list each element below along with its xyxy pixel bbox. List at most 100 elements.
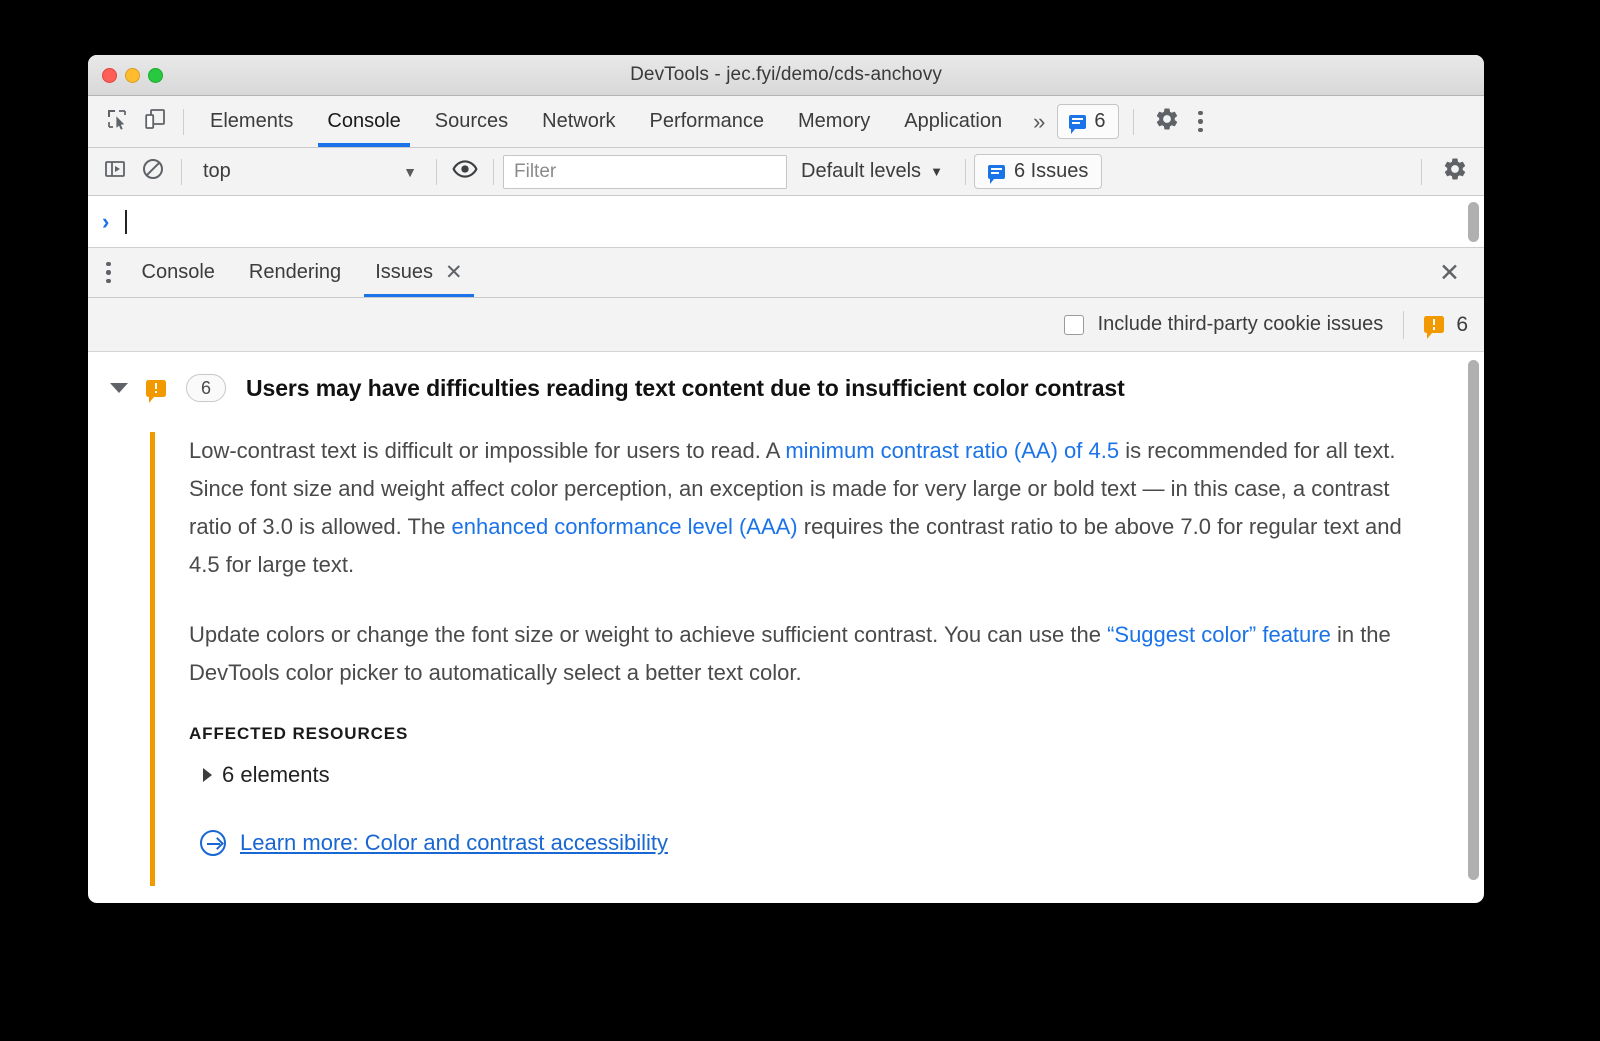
learn-more-link[interactable]: Learn more: Color and contrast accessibi…	[200, 830, 1425, 856]
tab-console-label: Console	[327, 110, 401, 132]
console-toolbar-divider	[181, 158, 182, 185]
console-toolbar-divider-2	[436, 158, 437, 185]
clear-console-button[interactable]	[134, 153, 172, 191]
issue-warning-bubble-icon	[1424, 316, 1445, 339]
tab-memory-label: Memory	[798, 110, 871, 132]
drawer-menu-button[interactable]	[100, 261, 125, 284]
issue-count-badge: 6	[186, 374, 226, 402]
close-icon[interactable]: ✕	[445, 262, 463, 283]
execution-context-selector[interactable]: top ▼	[191, 156, 427, 188]
expand-right-icon	[203, 768, 212, 782]
issue-header-row[interactable]: 6 Users may have difficulties reading te…	[88, 352, 1484, 403]
affected-resources-label: AFFECTED RESOURCES	[189, 724, 409, 743]
options-divider	[1403, 310, 1405, 339]
device-toolbar-icon	[143, 107, 167, 136]
issues-pane-scrollbar[interactable]	[1468, 360, 1479, 880]
issues-bubble-icon	[1069, 114, 1087, 134]
issue-title: Users may have difficulties reading text…	[246, 374, 1125, 401]
tab-elements-label: Elements	[210, 110, 294, 132]
kebab-menu-icon	[106, 261, 111, 267]
inline-link[interactable]: “Suggest color” feature	[1107, 622, 1331, 647]
console-scrollbar[interactable]	[1468, 202, 1479, 242]
log-levels-label: Default levels	[801, 160, 922, 182]
inspect-element-button[interactable]	[98, 103, 136, 141]
console-prompt-arrow-icon: ›	[102, 208, 110, 234]
inline-text: Low-contrast text is difficult or imposs…	[189, 438, 786, 463]
minimize-window-button[interactable]	[125, 67, 140, 83]
execution-context-value: top	[203, 160, 231, 182]
tab-performance-label: Performance	[649, 110, 765, 132]
inline-link[interactable]: minimum contrast ratio (AA) of 4.5	[785, 438, 1119, 463]
zoom-window-button[interactable]	[148, 67, 163, 83]
tab-memory[interactable]: Memory	[781, 96, 887, 147]
console-toolbar-divider-5	[1421, 158, 1422, 185]
issues-content-pane: 6 Users may have difficulties reading te…	[88, 352, 1484, 893]
drawer-tab-rendering[interactable]: Rendering	[232, 248, 358, 297]
console-text-caret	[125, 209, 128, 234]
window-traffic-lights	[102, 67, 163, 83]
tab-console[interactable]: Console	[310, 96, 417, 147]
devtools-settings-button[interactable]	[1148, 103, 1186, 141]
console-sidebar-toggle-button[interactable]	[96, 153, 134, 191]
live-expression-button[interactable]	[446, 153, 484, 191]
chevron-down-icon: ▼	[403, 163, 417, 180]
console-toolbar-divider-3	[493, 158, 494, 185]
drawer-tab-console[interactable]: Console	[125, 248, 232, 297]
console-sidebar-icon	[103, 157, 127, 186]
issues-total-count: 6	[1456, 312, 1468, 336]
issues-badge-button[interactable]: 6	[1057, 104, 1120, 139]
drawer-tab-issues[interactable]: Issues ✕	[358, 248, 479, 297]
console-filter-input[interactable]	[503, 154, 787, 189]
circle-arrow-right-icon	[200, 830, 226, 856]
tab-network[interactable]: Network	[525, 96, 632, 147]
console-issues-label: 6 Issues	[1013, 160, 1089, 182]
console-settings-button[interactable]	[1436, 153, 1474, 191]
console-issues-button[interactable]: 6 Issues	[973, 154, 1103, 189]
affected-resources-value: 6 elements	[222, 762, 330, 787]
drawer-tab-rendering-label: Rendering	[248, 261, 342, 283]
toolbar-divider-2	[1133, 108, 1135, 135]
include-third-party-label: Include third-party cookie issues	[1097, 313, 1384, 335]
issue-body: Low-contrast text is difficult or imposs…	[150, 432, 1425, 886]
console-log-levels-selector[interactable]: Default levels ▼	[787, 160, 957, 183]
devtools-main-menu-button[interactable]	[1186, 110, 1215, 133]
checkbox-box-icon	[1063, 314, 1084, 335]
drawer-tab-strip: Console Rendering Issues ✕ ✕	[88, 248, 1484, 298]
devtools-panel-toolbar: Elements Console Sources Network Perform…	[88, 96, 1484, 148]
console-toolbar-divider-4	[964, 158, 966, 185]
chevron-down-icon: ▼	[930, 164, 943, 179]
affected-resources-row[interactable]: 6 elements	[203, 762, 1425, 788]
device-toolbar-button[interactable]	[136, 103, 174, 141]
tab-network-label: Network	[542, 110, 616, 132]
tab-sources[interactable]: Sources	[418, 96, 525, 147]
more-tabs-button[interactable]: »	[1019, 109, 1057, 135]
kebab-menu-icon	[1198, 110, 1203, 116]
eye-icon	[452, 156, 478, 187]
devtools-window: DevTools - jec.fyi/demo/cds-anchovy Elem…	[88, 55, 1484, 903]
drawer-tab-issues-label: Issues	[375, 261, 433, 283]
issue-warning-bubble-icon	[146, 379, 166, 403]
window-title: DevTools - jec.fyi/demo/cds-anchovy	[630, 64, 942, 85]
inline-text: Update colors or change the font size or…	[189, 622, 1108, 647]
close-drawer-button[interactable]: ✕	[1439, 258, 1460, 288]
tab-application[interactable]: Application	[887, 96, 1019, 147]
clear-console-icon	[141, 157, 165, 186]
console-prompt-row[interactable]: ›	[88, 196, 1484, 248]
gear-icon	[1442, 156, 1468, 187]
issue-paragraph-2: Update colors or change the font size or…	[189, 616, 1425, 692]
include-third-party-cookie-issues-checkbox[interactable]: Include third-party cookie issues	[1063, 313, 1384, 336]
issues-badge-count: 6	[1094, 110, 1106, 132]
gear-icon	[1154, 106, 1180, 137]
drawer-tab-console-label: Console	[141, 261, 215, 283]
inspect-element-icon	[105, 107, 129, 136]
tab-sources-label: Sources	[434, 110, 509, 132]
console-filter-toolbar: top ▼ Default levels ▼ 6 Issues	[88, 148, 1484, 196]
close-window-button[interactable]	[102, 67, 117, 83]
tab-performance[interactable]: Performance	[633, 96, 782, 147]
inline-link[interactable]: enhanced conformance level (AAA)	[452, 514, 798, 539]
issue-paragraph-1: Low-contrast text is difficult or imposs…	[189, 432, 1425, 584]
tab-elements[interactable]: Elements	[193, 96, 310, 147]
issues-options-bar: Include third-party cookie issues 6	[88, 298, 1484, 352]
issue-expand-toggle-icon[interactable]	[110, 383, 128, 393]
toolbar-divider	[183, 108, 184, 135]
